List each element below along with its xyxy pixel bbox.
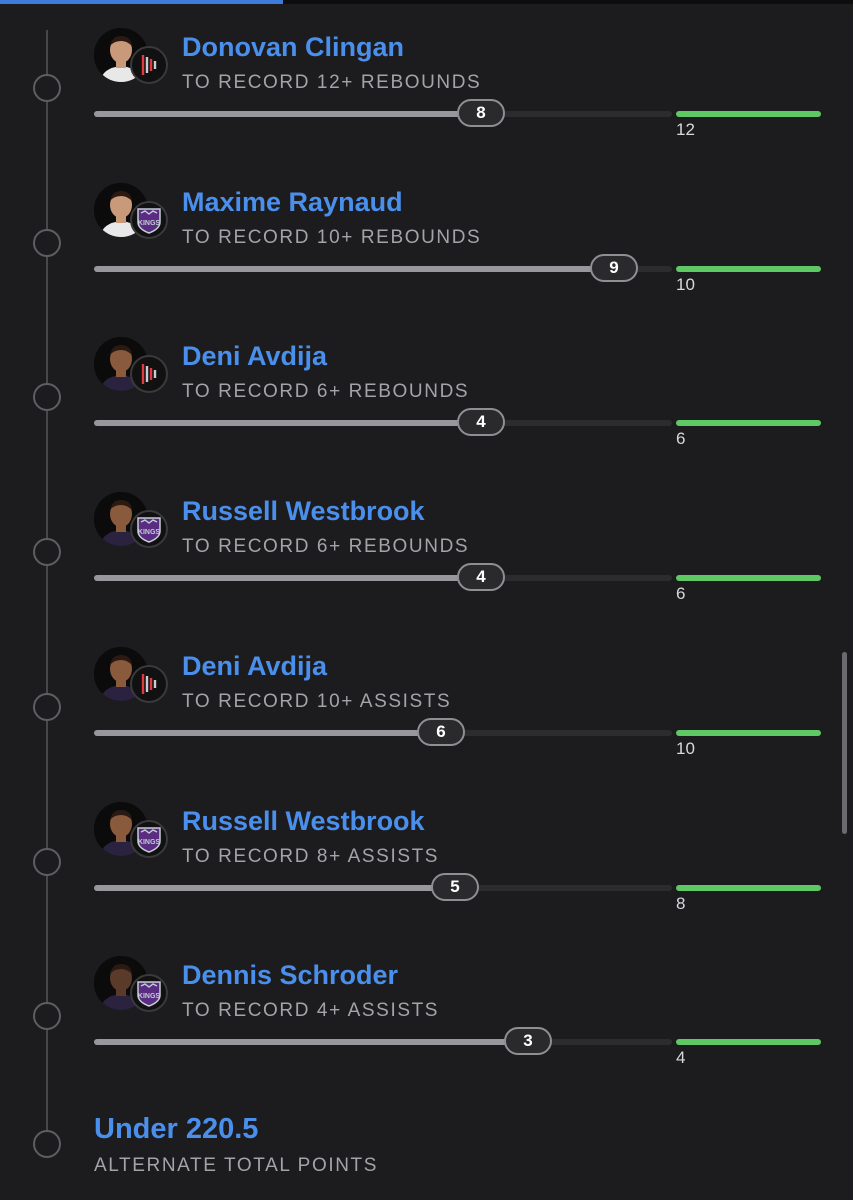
player-name[interactable]: Russell Westbrook — [182, 496, 425, 527]
svg-text:KINGS: KINGS — [138, 993, 161, 1000]
timeline-node — [33, 229, 61, 257]
top-progress-indicator — [0, 0, 283, 4]
target-bar — [676, 266, 821, 272]
timeline-node — [33, 848, 61, 876]
player-name[interactable]: Russell Westbrook — [182, 806, 425, 837]
svg-text:KINGS: KINGS — [138, 839, 161, 846]
current-value-badge: 4 — [457, 563, 505, 591]
progress-fill — [94, 730, 441, 736]
progress-track — [94, 111, 672, 117]
timeline-node — [33, 693, 61, 721]
blazers-logo-icon — [130, 665, 168, 703]
player-name[interactable]: Deni Avdija — [182, 341, 327, 372]
player-avatar-group: KINGS — [94, 492, 174, 552]
current-value-badge: 3 — [504, 1027, 552, 1055]
target-bar — [676, 575, 821, 581]
target-value: 6 — [676, 429, 686, 448]
svg-text:KINGS: KINGS — [138, 529, 161, 536]
target-value: 10 — [676, 275, 695, 294]
total-leg-title: Under 220.5 — [94, 1113, 259, 1145]
progress-track — [94, 575, 672, 581]
progress-fill — [94, 111, 481, 117]
player-name[interactable]: Donovan Clingan — [182, 32, 404, 63]
blazers-logo-icon — [130, 355, 168, 393]
prop-description: TO RECORD 12+ REBOUNDS — [182, 72, 482, 93]
timeline-node — [33, 538, 61, 566]
svg-text:KINGS: KINGS — [138, 220, 161, 227]
target-value: 4 — [676, 1048, 686, 1067]
target-bar — [676, 111, 821, 117]
prop-description: TO RECORD 6+ REBOUNDS — [182, 381, 470, 402]
timeline-node — [33, 1002, 61, 1030]
prop-description: TO RECORD 10+ ASSISTS — [182, 691, 452, 712]
scrollbar[interactable] — [842, 652, 847, 834]
progress-track — [94, 1039, 672, 1045]
progress-track — [94, 420, 672, 426]
progress-track — [94, 885, 672, 891]
progress-fill — [94, 575, 481, 581]
kings-logo-icon: KINGS — [130, 974, 168, 1012]
prop-description: TO RECORD 4+ ASSISTS — [182, 1000, 440, 1021]
current-value-badge: 4 — [457, 408, 505, 436]
player-avatar-group — [94, 337, 174, 397]
player-avatar-group — [94, 647, 174, 707]
progress-fill — [94, 420, 481, 426]
current-value-badge: 9 — [590, 254, 638, 282]
kings-logo-icon: KINGS — [130, 820, 168, 858]
progress-fill — [94, 1039, 528, 1045]
player-avatar-group — [94, 28, 174, 88]
kings-logo-icon: KINGS — [130, 510, 168, 548]
player-name[interactable]: Maxime Raynaud — [182, 187, 403, 218]
current-value-badge: 8 — [457, 99, 505, 127]
target-bar — [676, 1039, 821, 1045]
blazers-logo-icon — [130, 46, 168, 84]
progress-track — [94, 730, 672, 736]
timeline-node — [33, 74, 61, 102]
current-value-badge: 6 — [417, 718, 465, 746]
prop-description: TO RECORD 10+ REBOUNDS — [182, 227, 482, 248]
timeline-node — [33, 1130, 61, 1158]
target-value: 6 — [676, 584, 686, 603]
kings-logo-icon: KINGS — [130, 201, 168, 239]
player-avatar-group: KINGS — [94, 956, 174, 1016]
top-progress-bar — [0, 0, 853, 4]
target-bar — [676, 420, 821, 426]
player-name[interactable]: Dennis Schroder — [182, 960, 398, 991]
progress-fill — [94, 266, 614, 272]
target-value: 12 — [676, 120, 695, 139]
target-bar — [676, 885, 821, 891]
prop-description: TO RECORD 6+ REBOUNDS — [182, 536, 470, 557]
player-name[interactable]: Deni Avdija — [182, 651, 327, 682]
total-leg-subtitle: ALTERNATE TOTAL POINTS — [94, 1155, 379, 1176]
timeline-line — [46, 30, 48, 1150]
timeline-node — [33, 383, 61, 411]
progress-fill — [94, 885, 455, 891]
prop-description: TO RECORD 8+ ASSISTS — [182, 846, 440, 867]
player-avatar-group: KINGS — [94, 802, 174, 862]
player-avatar-group: KINGS — [94, 183, 174, 243]
target-value: 10 — [676, 739, 695, 758]
progress-track — [94, 266, 672, 272]
target-value: 8 — [676, 894, 686, 913]
current-value-badge: 5 — [431, 873, 479, 901]
target-bar — [676, 730, 821, 736]
